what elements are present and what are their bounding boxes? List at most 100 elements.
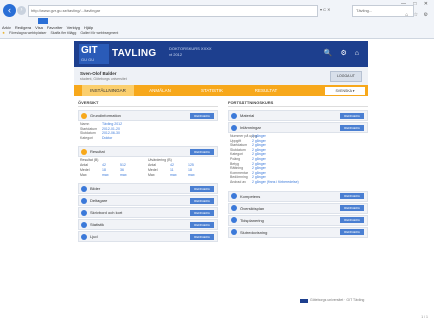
- menu-item[interactable]: Visa: [35, 25, 43, 30]
- detail-row: Ändrad av 2 gånger (finns i förberedelse): [230, 180, 299, 184]
- edit-button[interactable]: REDIGERA: [190, 209, 214, 216]
- detail-value: 2 gånger: [252, 143, 266, 148]
- stats-header: Utvärdering (B): [148, 158, 172, 163]
- stats-cell: 42: [102, 163, 106, 168]
- card-label[interactable]: Tidsplanering: [240, 218, 264, 223]
- language-select[interactable]: SVENSKA ▾: [325, 86, 365, 95]
- detail-row: Kategori 2 gånger: [230, 152, 266, 156]
- tab-favicon: [38, 18, 48, 24]
- right-section-title: FORTSÄTTNINGSKURS: [228, 100, 274, 105]
- nav-tab-2[interactable]: STATISTIK: [186, 85, 238, 96]
- header-icons[interactable]: 🔍 ⚙ ⌂: [324, 49, 362, 57]
- forward-icon[interactable]: ›: [17, 6, 26, 15]
- footer-text: Göteborgs universitet · GIT Tävling: [310, 298, 365, 302]
- card-label[interactable]: Material: [240, 113, 254, 118]
- card-label[interactable]: Ljud: [90, 234, 98, 239]
- edit-button[interactable]: REDIGERA: [340, 217, 364, 224]
- card-label[interactable]: Bilder: [90, 186, 100, 191]
- footer-logo: [300, 299, 308, 303]
- card-row: Resultat REDIGERA: [78, 146, 218, 158]
- stats-cell: max: [120, 172, 127, 177]
- detail-row: Startdatum 2012-01-20: [80, 127, 120, 131]
- toolbar-icons[interactable]: ⌂ ☆ ⚙: [405, 12, 430, 18]
- user-bar: Sven-Olof Balder student, Göteborgs univ…: [74, 67, 368, 85]
- detail-value: 2 gånger: [252, 152, 266, 157]
- detail-row: Bedömning 2 gånger: [230, 175, 266, 179]
- card-label[interactable]: Översiktsplan: [240, 206, 264, 211]
- favorite-link[interactable]: Skaffa fler tillägg: [51, 31, 77, 35]
- favorites-star-icon[interactable]: ★: [2, 31, 5, 35]
- stats-cell: Antal: [148, 163, 156, 168]
- stats-cell: 18: [102, 168, 106, 172]
- detail-value: 2012-06-30: [102, 131, 120, 136]
- address-controls[interactable]: ▾ C ✕: [320, 5, 350, 15]
- address-bar[interactable]: http://www.gvr.gu.se/tavling/.../tavling…: [28, 5, 318, 17]
- edit-button[interactable]: REDIGERA: [190, 233, 214, 240]
- card-row: Bilder REDIGERA: [78, 183, 218, 195]
- users-icon: [81, 197, 87, 204]
- edit-button[interactable]: REDIGERA: [340, 229, 364, 236]
- card-label[interactable]: Resultat: [90, 149, 105, 154]
- logout-button[interactable]: LOGGA UT: [330, 71, 362, 82]
- competence-icon: [231, 193, 237, 200]
- menu-item[interactable]: Redigera: [15, 25, 31, 30]
- menu-bar: Arkiv Redigera Visa Favoriter Verktyg Hjälp: [2, 25, 97, 30]
- edit-button[interactable]: REDIGERA: [340, 205, 364, 212]
- user-meta: student, Göteborgs universitet: [80, 77, 127, 81]
- edit-button[interactable]: REDIGERA: [190, 112, 214, 119]
- card-label[interactable]: Deltagare: [90, 198, 107, 203]
- card-label[interactable]: Inlämningar: [240, 125, 261, 130]
- stats-cell: 125: [188, 163, 194, 168]
- right-divider: [228, 106, 368, 107]
- tab-title: Tävling...: [356, 8, 373, 13]
- nav-tab-1[interactable]: ANMÄLAN: [136, 85, 184, 96]
- card-label[interactable]: Kompetens: [240, 194, 260, 199]
- menu-item[interactable]: Arkiv: [2, 25, 11, 30]
- nav-tab-3[interactable]: RESULTAT: [240, 85, 292, 96]
- browser-chrome: ‹ › http://www.gvr.gu.se/tavling/.../tav…: [0, 0, 434, 39]
- nav-tab-0[interactable]: INSTÄLLNINGAR: [82, 85, 134, 96]
- detail-key: Uppgift: [230, 138, 242, 143]
- stats-cell: Medel: [148, 168, 158, 172]
- favorite-link[interactable]: Galleri för webbsegment: [80, 31, 118, 35]
- detail-key: Bedömning: [230, 175, 248, 180]
- detail-key: Startdatum: [230, 143, 248, 148]
- detail-value: 2 gånger: [252, 134, 266, 138]
- detail-row: Nummer på uppg.2 gånger: [230, 134, 266, 138]
- menu-item[interactable]: Hjälp: [84, 25, 93, 30]
- card-label[interactable]: Statistik: [90, 222, 104, 227]
- site-logo[interactable]: GIT GU GU: [79, 44, 109, 64]
- detail-row: Uppgift 2 gånger: [230, 139, 266, 143]
- left-divider: [78, 106, 218, 107]
- stats-cell: max: [188, 172, 195, 177]
- card-row: Statistik REDIGERA: [78, 219, 218, 231]
- edit-button[interactable]: REDIGERA: [190, 185, 214, 192]
- menu-item[interactable]: Favoriter: [47, 25, 63, 30]
- card-label[interactable]: Slutredovisning: [240, 230, 267, 235]
- edit-button[interactable]: REDIGERA: [190, 197, 214, 204]
- back-icon[interactable]: ‹: [3, 4, 16, 17]
- edit-button[interactable]: REDIGERA: [340, 112, 364, 119]
- card-label[interactable]: Skrivbord och kort: [90, 210, 122, 215]
- stats-icon: [81, 221, 87, 228]
- edit-button[interactable]: REDIGERA: [340, 124, 364, 131]
- desk-icon: [81, 209, 87, 216]
- stats-cell: 512: [120, 163, 126, 168]
- card-label[interactable]: Grundinformation: [90, 113, 121, 118]
- window-controls[interactable]: — □ ✕: [401, 1, 431, 7]
- card-row: Tidsplanering REDIGERA: [228, 214, 368, 226]
- edit-button[interactable]: REDIGERA: [190, 148, 214, 155]
- time-icon: [231, 217, 237, 224]
- detail-value: Doktor: [102, 135, 113, 140]
- image-icon: [81, 185, 87, 192]
- menu-item[interactable]: Verktyg: [67, 25, 80, 30]
- card-row: Material REDIGERA: [228, 110, 368, 121]
- edit-button[interactable]: REDIGERA: [340, 193, 364, 200]
- detail-value: 2012-01-20: [102, 126, 120, 131]
- favorite-link[interactable]: Föreslagna webbplatser: [9, 31, 46, 35]
- edit-button[interactable]: REDIGERA: [190, 221, 214, 228]
- final-icon: [231, 229, 237, 236]
- stats-cell: 18: [188, 168, 192, 172]
- stats-cell: Medel: [80, 168, 90, 172]
- card-row: Översiktsplan REDIGERA: [228, 202, 368, 214]
